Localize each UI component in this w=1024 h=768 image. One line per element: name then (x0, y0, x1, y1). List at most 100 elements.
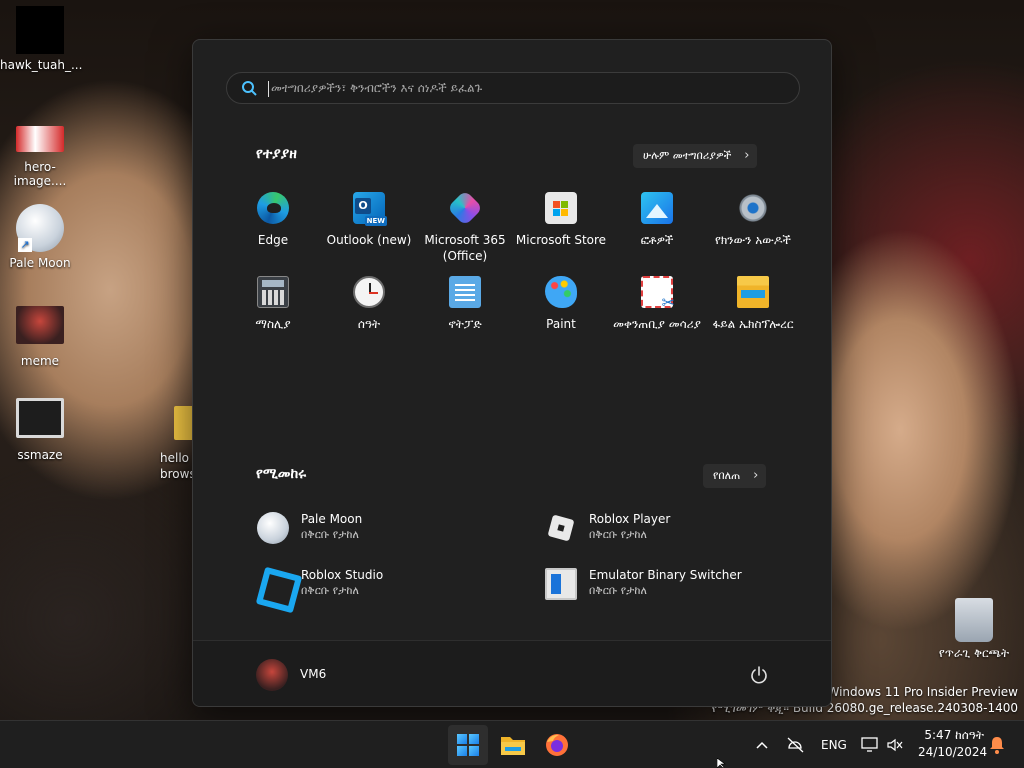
windows-logo-icon (457, 734, 479, 756)
firefox-icon (546, 734, 568, 756)
taskbar-file-explorer[interactable] (493, 725, 533, 765)
recommended-title: Roblox Studio (301, 568, 384, 582)
chevron-right-icon: › (744, 148, 750, 163)
start-menu-footer: VM6 (193, 640, 831, 706)
photos-icon (641, 192, 673, 224)
desktop-icon-pale-moon[interactable]: ↗ Pale Moon (0, 204, 80, 270)
recommended-item-emulator-binary-switcher[interactable]: Emulator Binary Switcher በቅርቡ የታከለ (533, 560, 813, 608)
snipping-tool-icon (641, 276, 675, 312)
pinned-title: የተያያዘ (256, 146, 297, 162)
pinned-app-label: Microsoft Store (515, 233, 607, 247)
desktop-icon-label: meme (20, 354, 60, 368)
roblox-player-icon (545, 512, 577, 544)
user-name[interactable]: VM6 (300, 667, 326, 681)
pinned-app-edge[interactable]: Edge (225, 190, 321, 274)
desktop-icon-hero-image[interactable]: hero-image.... (0, 116, 80, 188)
recycle-bin-icon (955, 598, 993, 642)
search-placeholder: መተግበሪያዎችን፣ ቅንብሮችን እና ሰነዶች ይፈልጉ (271, 81, 483, 95)
recommended-title: Pale Moon (301, 512, 363, 526)
desktop-icon-label: hero-image.... (13, 160, 67, 188)
pinned-app-file-explorer[interactable]: ፋይል ኤክስፕሎረር (705, 274, 801, 358)
pinned-app-microsoft-365[interactable]: Microsoft 365 (Office) (417, 189, 513, 274)
pinned-app-label: ኖትፓድ (448, 317, 482, 331)
desktop-icon-meme[interactable]: meme (0, 306, 80, 368)
pinned-app-label: ሰዓት (357, 317, 381, 331)
screensaver-icon (16, 398, 64, 438)
notification-bell-icon[interactable] (988, 735, 1006, 755)
text-caret (268, 81, 269, 97)
chevron-up-icon[interactable] (755, 738, 769, 752)
user-avatar[interactable] (256, 659, 288, 691)
pinned-app-label: Edge (257, 233, 289, 247)
language-indicator[interactable]: ENG (821, 738, 847, 752)
pinned-app-label: የክንውን አውዶች (714, 233, 792, 247)
recommended-subtitle: በቅርቡ የታከለ (589, 528, 647, 541)
pinned-app-outlook[interactable]: O NEW Outlook (new) (321, 190, 417, 274)
store-icon (545, 192, 577, 224)
display-icon[interactable] (860, 736, 880, 754)
more-button[interactable]: የበለጠ › (703, 464, 767, 488)
clock-date: 24/10/2024 (918, 745, 988, 759)
file-icon (16, 6, 64, 54)
recommended-item-pale-moon[interactable]: Pale Moon በቅርቡ የታከለ (245, 504, 525, 552)
desktop-icon-label: brows (160, 467, 196, 481)
pinned-app-snipping-tool[interactable]: መቀንጠቢያ መሳሪያ (609, 274, 705, 358)
pinned-app-microsoft-store[interactable]: Microsoft Store (513, 190, 609, 274)
clock-icon (353, 276, 385, 308)
taskbar: ENG 5:47 ከሰዓት 24/10/2024 (0, 720, 1024, 768)
clock-time: 5:47 ከሰዓት (924, 728, 984, 742)
pinned-app-settings[interactable]: የክንውን አውዶች (705, 190, 801, 274)
outlook-icon: O NEW (353, 192, 387, 226)
new-badge: NEW (364, 216, 387, 226)
all-apps-button[interactable]: ሁሉም መተግበሪያዎች › (633, 144, 758, 168)
pinned-app-label: ፎቶዎች (640, 233, 674, 247)
recommended-item-roblox-studio[interactable]: Roblox Studio በቅርቡ የታከለ (245, 560, 525, 608)
folder-icon (501, 737, 525, 755)
pinned-app-clock[interactable]: ሰዓት (321, 274, 417, 358)
all-apps-label: ሁሉም መተግበሪያዎች (643, 149, 732, 162)
emulator-switcher-icon (545, 568, 577, 600)
more-label: የበለጠ (713, 469, 741, 482)
pinned-app-label: Microsoft 365 (Office) (424, 233, 506, 263)
desktop-icon-ssmaze[interactable]: ssmaze (0, 398, 80, 462)
desktop-icon-label: የጥራጊ ቅርጫት (938, 646, 1010, 660)
recommended-subtitle: በቅርቡ የታከለ (589, 584, 647, 597)
recommended-title: የሚመከሩ (256, 466, 307, 482)
start-button[interactable] (448, 725, 488, 765)
image-file-icon (16, 306, 64, 344)
chevron-right-icon: › (753, 468, 759, 483)
desktop-icon-label: Pale Moon (9, 256, 71, 270)
taskbar-clock[interactable]: 5:47 ከሰዓት 24/10/2024 (918, 727, 988, 761)
power-icon[interactable] (749, 665, 769, 685)
desktop-icon-hawk-tuah[interactable]: hawk_tuah_... (0, 6, 82, 72)
image-file-icon (16, 126, 64, 152)
taskbar-firefox[interactable] (537, 725, 577, 765)
notepad-icon (449, 276, 481, 308)
recommended-title: Emulator Binary Switcher (589, 568, 742, 582)
desktop-icon-label: ssmaze (17, 448, 63, 462)
recommended-subtitle: በቅርቡ የታከለ (301, 584, 359, 597)
pinned-app-label: ፋይል ኤክስፕሎረር (712, 317, 794, 331)
pale-moon-icon: ↗ (16, 204, 64, 252)
pinned-app-calculator[interactable]: ማስሊያ (225, 274, 321, 358)
start-menu: መተግበሪያዎችን፣ ቅንብሮችን እና ሰነዶች ይፈልጉ የተያያዘ ሁሉም… (192, 39, 832, 707)
recommended-item-roblox-player[interactable]: Roblox Player በቅርቡ የታከለ (533, 504, 813, 552)
settings-icon (737, 192, 769, 224)
pinned-app-label: መቀንጠቢያ መሳሪያ (613, 317, 701, 331)
pinned-app-paint[interactable]: Paint (513, 274, 609, 358)
volume-muted-icon[interactable] (886, 737, 904, 753)
search-icon (242, 81, 257, 96)
pinned-app-label: ማስሊያ (255, 317, 291, 331)
network-offline-icon[interactable] (786, 736, 806, 754)
search-input[interactable]: መተግበሪያዎችን፣ ቅንብሮችን እና ሰነዶች ይፈልጉ (226, 72, 800, 104)
desktop-icon-hello[interactable]: hello l brows (160, 450, 196, 482)
paint-icon (545, 276, 577, 308)
desktop-icon-recycle-bin[interactable]: የጥራጊ ቅርጫት (934, 598, 1014, 661)
microsoft-365-icon (446, 189, 484, 227)
pinned-app-notepad[interactable]: ኖትፓድ (417, 274, 513, 358)
pinned-app-photos[interactable]: ፎቶዎች (609, 190, 705, 274)
recommended-title: Roblox Player (589, 512, 671, 526)
outlook-o-glyph: O (355, 198, 371, 214)
pinned-app-label: Paint (546, 317, 576, 331)
calculator-icon (257, 276, 289, 308)
